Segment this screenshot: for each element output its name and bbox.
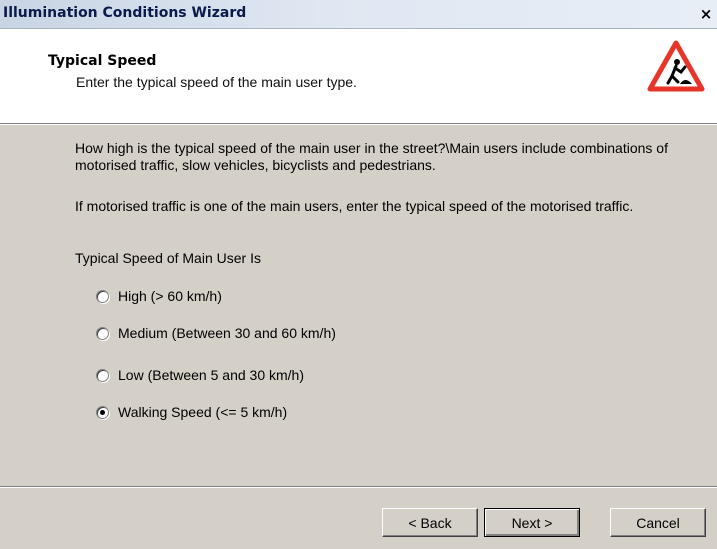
radio-label: Low (Between 5 and 30 km/h) [118,367,304,383]
radio-button[interactable] [96,326,109,340]
radio-label: Medium (Between 30 and 60 km/h) [118,325,336,341]
road-works-warning-icon [647,40,705,92]
speed-group-label: Typical Speed of Main User Is [75,250,261,266]
radio-label: Walking Speed (<= 5 km/h) [118,404,288,420]
back-button[interactable]: < Back [382,508,478,537]
wizard-header: Typical Speed Enter the typical speed of… [0,29,717,123]
close-button[interactable]: × [697,5,715,23]
page-title: Typical Speed [48,53,157,69]
intro-paragraph: How high is the typical speed of the mai… [75,140,668,173]
window-title: Illumination Conditions Wizard [3,5,247,21]
radio-walking-speed[interactable]: Walking Speed (<= 5 km/h) [96,403,287,421]
radio-medium[interactable]: Medium (Between 30 and 60 km/h) [96,324,336,342]
radio-button[interactable] [96,289,109,303]
radio-high[interactable]: High (> 60 km/h) [96,287,222,305]
title-bar: Illumination Conditions Wizard × [0,0,717,29]
cancel-button[interactable]: Cancel [610,508,706,537]
radio-low[interactable]: Low (Between 5 and 30 km/h) [96,366,304,384]
page-subtitle: Enter the typical speed of the main user… [76,74,357,90]
motorised-paragraph: If motorised traffic is one of the main … [75,198,634,214]
radio-selected-dot [100,409,105,415]
radio-button-selected[interactable] [96,405,109,419]
radio-button[interactable] [96,368,109,382]
radio-label: High (> 60 km/h) [118,288,222,304]
next-button[interactable]: Next > [484,508,580,537]
